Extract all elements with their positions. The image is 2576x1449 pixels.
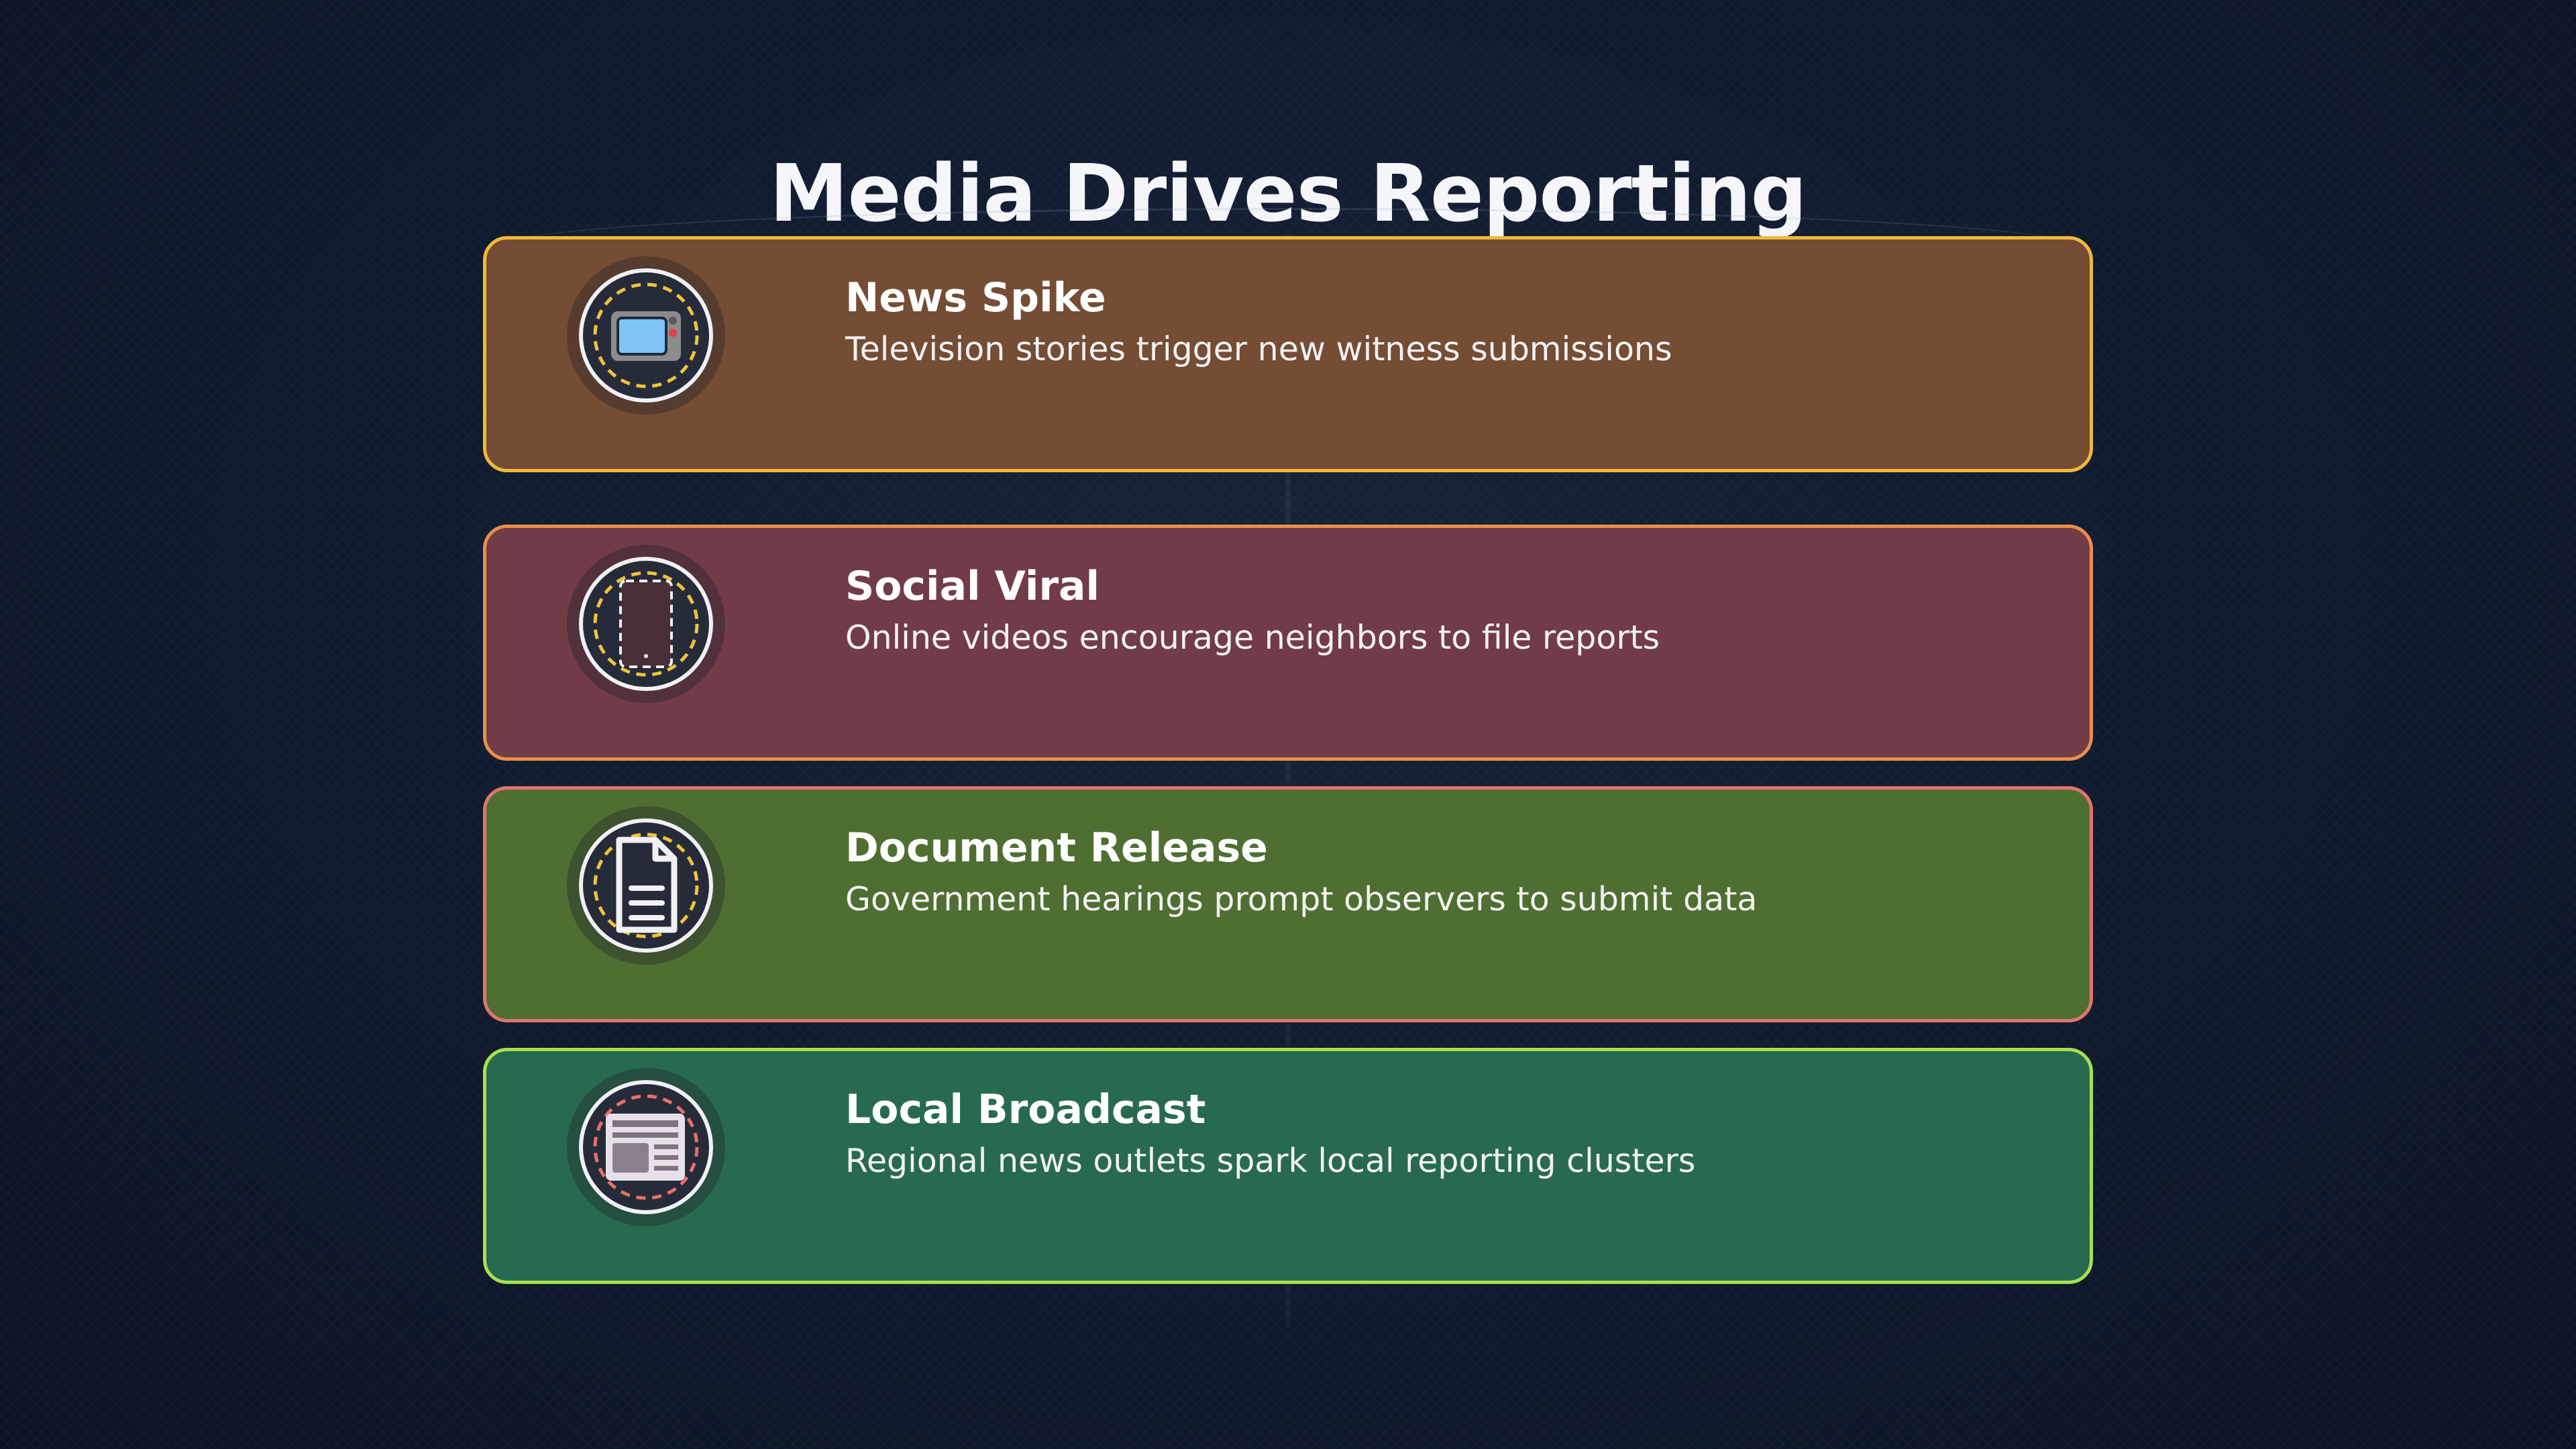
icon-badge bbox=[567, 1068, 725, 1226]
icon-badge bbox=[567, 545, 725, 703]
icon-badge bbox=[567, 806, 725, 965]
document-icon bbox=[593, 833, 699, 938]
card-document-release: Document Release Government hearings pro… bbox=[483, 786, 2093, 1022]
television-icon bbox=[593, 282, 699, 388]
card-title: News Spike bbox=[845, 274, 1106, 321]
card-news-spike: News Spike Television stories trigger ne… bbox=[483, 236, 2093, 472]
smartphone-icon bbox=[593, 571, 699, 677]
newspaper-icon bbox=[593, 1094, 699, 1200]
card-social-viral: Social Viral Online videos encourage nei… bbox=[483, 525, 2093, 761]
card-description: Regional news outlets spark local report… bbox=[845, 1142, 1696, 1180]
card-title: Document Release bbox=[845, 824, 1268, 871]
card-description: Government hearings prompt observers to … bbox=[845, 880, 1758, 918]
card-title: Social Viral bbox=[845, 563, 1100, 610]
card-title: Local Broadcast bbox=[845, 1086, 1206, 1133]
card-description: Online videos encourage neighbors to fil… bbox=[845, 619, 1660, 657]
card-local-broadcast: Local Broadcast Regional news outlets sp… bbox=[483, 1048, 2093, 1284]
card-description: Television stories trigger new witness s… bbox=[845, 330, 1672, 368]
icon-badge bbox=[567, 256, 725, 415]
